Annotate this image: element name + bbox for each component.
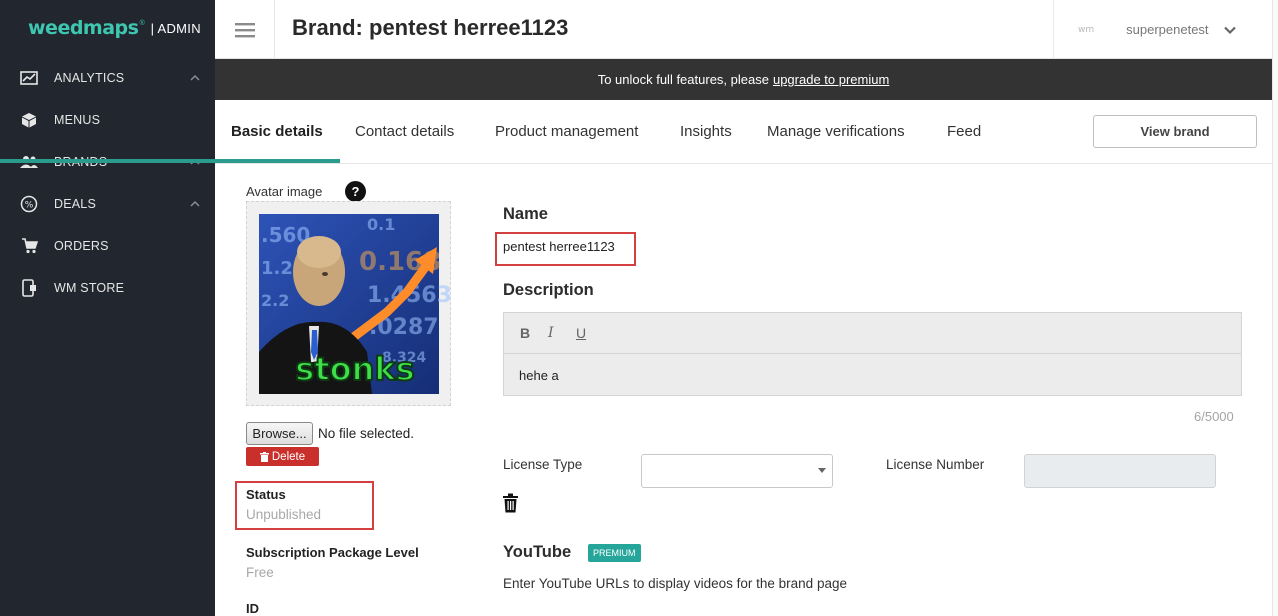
bold-button[interactable]: B — [520, 325, 548, 341]
status-label: Status — [246, 487, 286, 502]
avatar-image[interactable]: .560 0.1 0.168 1.28 1.4563 2.2 .0287 8.3… — [246, 201, 452, 406]
status-value: Unpublished — [246, 507, 322, 522]
tab-product-management[interactable]: Product management — [495, 100, 638, 164]
chevron-up-icon — [190, 74, 200, 81]
active-tab-indicator — [0, 159, 340, 163]
id-label: ID — [246, 601, 259, 616]
tab-contact-details[interactable]: Contact details — [355, 100, 454, 164]
description-editor[interactable]: B I U hehe a — [503, 312, 1242, 396]
license-number-label: License Number — [886, 457, 985, 472]
help-icon[interactable]: ? — [345, 181, 366, 202]
underline-button[interactable]: U — [576, 325, 604, 341]
weedmaps-logo[interactable]: weedmaps ® | ADMIN — [28, 14, 201, 42]
caret-down-icon — [818, 468, 826, 473]
sidebar-item-label: WM STORE — [54, 281, 125, 295]
character-count: 6/5000 — [1194, 409, 1234, 424]
logo-trademark: ® — [139, 19, 145, 27]
browse-file-button[interactable]: Browse... — [246, 422, 313, 445]
percent-icon: % — [20, 195, 38, 213]
sidebar-nav: ANALYTICS MENUS BRANDS % DEALS — [0, 57, 215, 309]
trash-icon[interactable] — [502, 493, 519, 513]
page-scrollbar[interactable] — [1272, 0, 1278, 616]
sidebar-item-orders[interactable]: ORDERS — [0, 225, 215, 267]
license-type-select[interactable] — [641, 454, 833, 488]
sidebar-item-label: MENUS — [54, 113, 101, 127]
upgrade-link[interactable]: upgrade to premium — [773, 72, 889, 87]
tab-manage-verifications[interactable]: Manage verifications — [767, 100, 905, 164]
tab-insights[interactable]: Insights — [680, 100, 732, 164]
sidebar-item-menus[interactable]: MENUS — [0, 99, 215, 141]
sidebar-item-deals[interactable]: % DEALS — [0, 183, 215, 225]
top-bar: Brand: pentest herree1123 wm superpenete… — [215, 0, 1272, 59]
italic-button[interactable]: I — [548, 325, 576, 341]
delete-avatar-button[interactable]: Delete — [246, 447, 319, 466]
upgrade-banner: To unlock full features, please upgrade … — [215, 59, 1272, 100]
subscription-label: Subscription Package Level — [246, 545, 419, 560]
stonks-caption: stonks — [295, 350, 414, 388]
sidebar-item-wm-store[interactable]: WM STORE — [0, 267, 215, 309]
hamburger-icon — [234, 22, 255, 37]
premium-badge: PREMIUM — [588, 544, 641, 562]
box-icon — [20, 111, 38, 129]
youtube-heading: YouTube — [503, 543, 572, 561]
tab-basic-details[interactable]: Basic details — [231, 100, 323, 164]
page-title: Brand: pentest herree1123 — [292, 15, 569, 40]
admin-label: | ADMIN — [150, 20, 201, 36]
sidebar-item-label: ANALYTICS — [54, 71, 125, 85]
youtube-help-text: Enter YouTube URLs to display videos for… — [503, 576, 847, 591]
license-type-label: License Type — [503, 457, 583, 472]
chevron-up-icon — [190, 200, 200, 207]
chevron-down-icon[interactable] — [1223, 23, 1237, 37]
sidebar-item-label: ORDERS — [54, 239, 109, 253]
trash-icon — [259, 451, 269, 462]
username: superpenetest — [1126, 22, 1209, 37]
name-value[interactable]: pentest herree1123 — [503, 239, 615, 254]
svg-text:0.1: 0.1 — [367, 215, 395, 234]
subscription-value: Free — [246, 565, 274, 580]
avatar-image-label: Avatar image — [246, 184, 323, 199]
delete-label: Delete — [271, 450, 306, 463]
sidebar-item-analytics[interactable]: ANALYTICS — [0, 57, 215, 99]
analytics-chart-icon — [20, 69, 38, 87]
description-text[interactable]: hehe a — [519, 368, 559, 383]
license-number-input[interactable] — [1024, 454, 1216, 488]
cart-icon — [20, 237, 38, 255]
logo-wordmark: weedmaps — [28, 17, 139, 39]
view-brand-button[interactable]: View brand — [1093, 115, 1257, 148]
tab-feed[interactable]: Feed — [947, 100, 981, 164]
sidebar-item-label: DEALS — [54, 197, 96, 211]
description-heading: Description — [503, 281, 594, 299]
svg-text:%: % — [25, 201, 34, 211]
name-heading: Name — [503, 205, 548, 223]
hamburger-menu-button[interactable] — [215, 0, 275, 59]
editor-toolbar: B I U — [504, 313, 1241, 354]
banner-text: To unlock full features, please — [597, 72, 769, 87]
mobile-store-icon — [20, 279, 38, 297]
sidebar: weedmaps ® | ADMIN ANALYTICS MENUS BRAND… — [0, 0, 215, 616]
user-menu[interactable]: wm superpenetest — [1053, 0, 1272, 59]
file-status-text: No file selected. — [318, 426, 415, 441]
stonks-meme-image: .560 0.1 0.168 1.28 1.4563 2.2 .0287 8.3… — [259, 214, 452, 394]
wm-avatar-icon: wm — [1078, 24, 1095, 35]
svg-text:2.2: 2.2 — [261, 291, 289, 310]
